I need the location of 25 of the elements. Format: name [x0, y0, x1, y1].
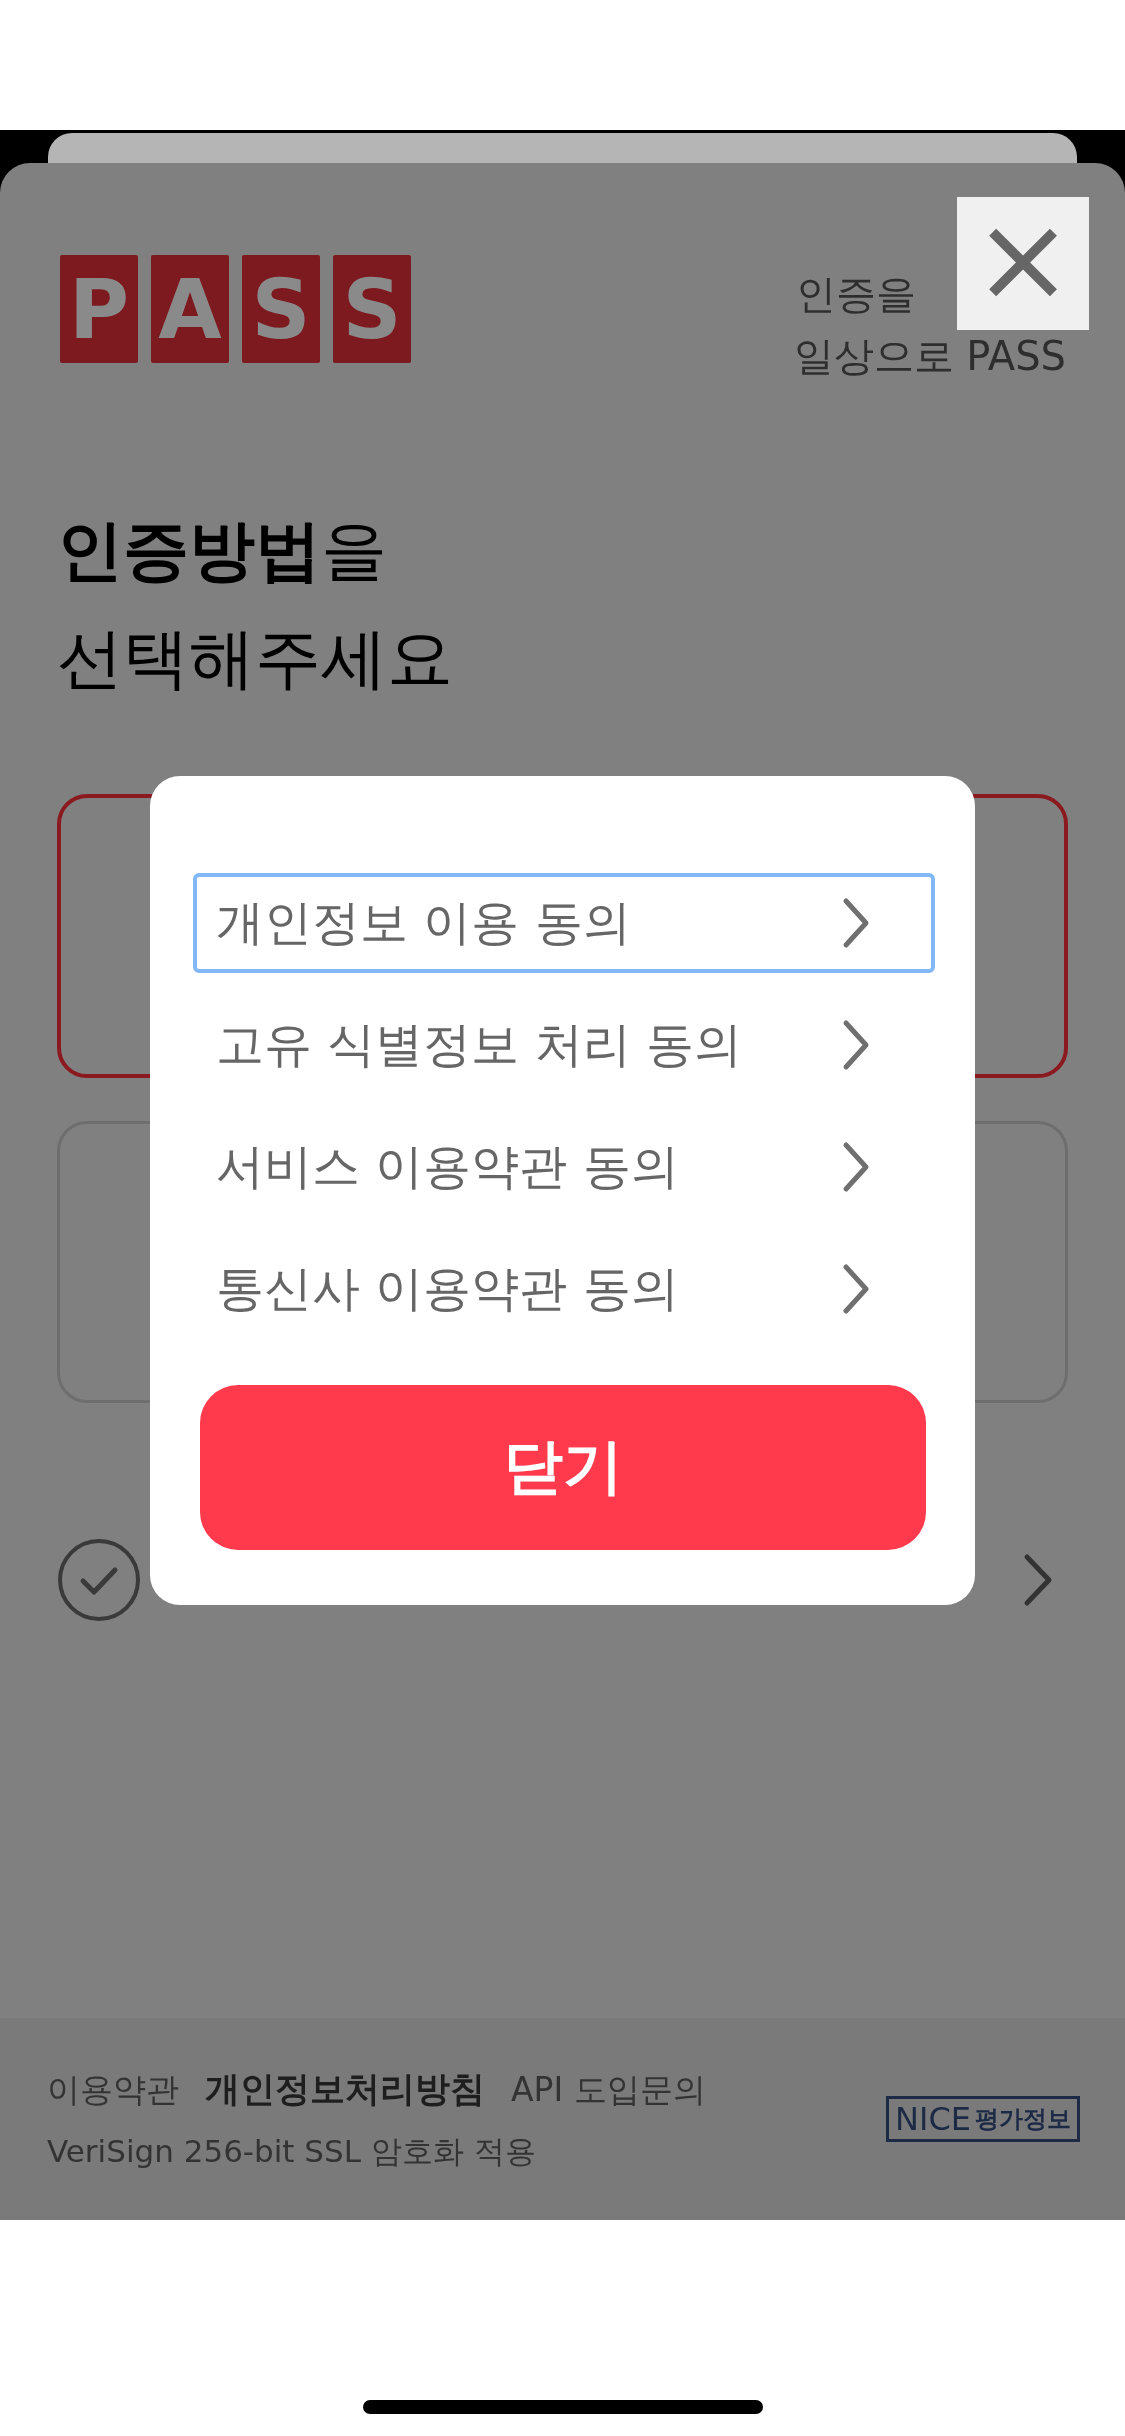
- chevron-right-icon[interactable]: [1023, 1553, 1053, 1607]
- logo-letter: S: [242, 255, 320, 363]
- chevron-right-icon: [841, 1140, 871, 1194]
- logo-letter: A: [151, 255, 229, 363]
- tagline: 인증을: [796, 270, 916, 319]
- logo-letter: P: [60, 255, 138, 363]
- page-title: 인증방법을: [57, 511, 388, 591]
- footer-link[interactable]: 개인정보처리방침: [205, 2065, 485, 2113]
- page-title: 선택해주세요: [57, 619, 454, 699]
- terms-item[interactable]: 서비스 이용약관 동의: [193, 1117, 935, 1217]
- chevron-right-icon: [841, 896, 871, 950]
- footer-link[interactable]: API 도입문의: [511, 2067, 706, 2113]
- check-circle-icon[interactable]: [57, 1538, 141, 1622]
- chevron-right-icon: [841, 1262, 871, 1316]
- logo-letter: S: [333, 255, 411, 363]
- footer-link[interactable]: 이용약관: [47, 2067, 179, 2113]
- tagline: 일상으로 PASS: [793, 332, 1066, 381]
- partner-logo: NICE 평가정보: [886, 2096, 1080, 2142]
- close-dialog-button[interactable]: 닫기: [200, 1385, 926, 1550]
- close-button[interactable]: ×: [957, 197, 1089, 330]
- terms-item[interactable]: 통신사 이용약관 동의: [193, 1239, 935, 1339]
- security-note: VeriSign 256-bit SSL 암호화 적용: [47, 2131, 537, 2171]
- terms-item[interactable]: 개인정보 이용 동의: [193, 873, 935, 973]
- terms-item[interactable]: 고유 식별정보 처리 동의: [193, 995, 935, 1095]
- chevron-right-icon: [841, 1018, 871, 1072]
